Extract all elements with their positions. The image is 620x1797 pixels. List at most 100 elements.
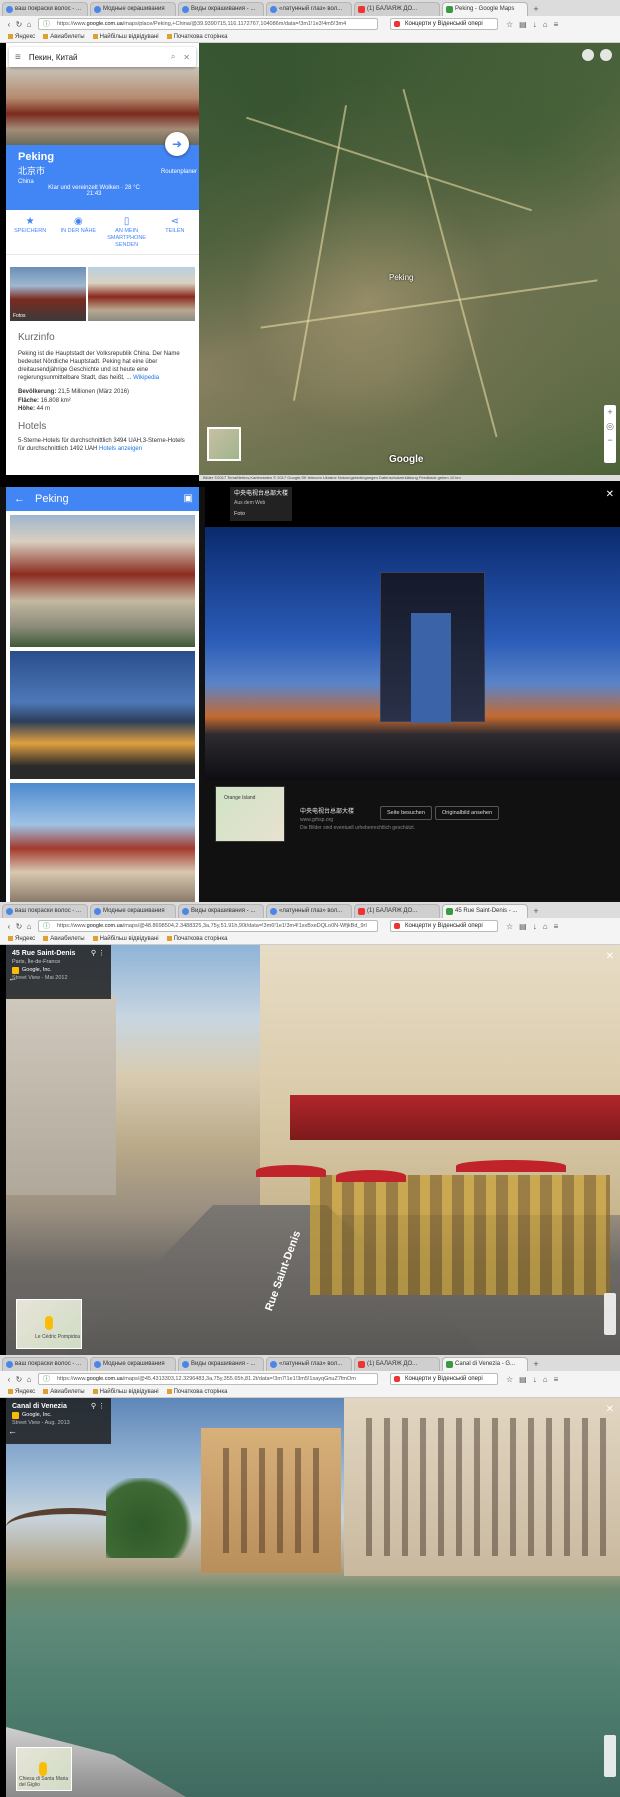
browser-tab[interactable]: (1) БАЛАЯЖ ДО... [354,1357,440,1371]
back-arrow-icon[interactable]: ← [14,493,25,505]
bookmark-most-visited[interactable]: Найбільш відвідувані [93,934,159,944]
compass-icon[interactable]: ◎ [604,419,616,433]
bookmark-most-visited[interactable]: Найбільш відвідувані [93,32,159,42]
close-icon[interactable]: ✕ [606,951,614,962]
action-button[interactable]: ⋖ TEILEN [153,216,197,254]
close-icon[interactable]: ✕ [606,1404,614,1415]
apps-icon[interactable] [582,49,594,61]
search-box[interactable]: Концерти у Віденській опері [390,1373,498,1385]
close-icon[interactable]: ✕ [606,489,614,500]
search-box[interactable]: Концерти у Віденській опері [390,18,498,30]
bookmark-start-page[interactable]: Початкова сторінка [167,934,228,944]
photo-thumb-cctv-tower[interactable] [10,651,195,779]
home-icon[interactable]: ⌂ [24,1375,34,1384]
view-original-button[interactable]: Originalbild ansehen [435,806,500,820]
bookmark-yandex[interactable]: Яндекс [8,32,35,42]
library-icon[interactable]: ▤ [519,922,527,931]
satellite-map[interactable]: Peking Google + ◎ − [199,43,620,475]
search-icon[interactable]: ⌕ [171,52,175,62]
browser-tab[interactable]: Виды окрашивания - ... [178,2,264,16]
search-box[interactable]: Концерти у Віденській опері [390,920,498,932]
browser-tab[interactable]: Модные окрашивания [90,1357,176,1371]
photo-thumb[interactable]: Fotos [10,267,86,321]
layer-switcher-thumbnail[interactable] [207,427,241,461]
maps-search-box[interactable]: ≡ Пекин, Китай ⌕ ✕ [9,47,196,67]
menu-icon[interactable]: ≡ [554,1375,559,1384]
browser-tab[interactable]: Модные окрашивания [90,2,176,16]
photo-thumb-palace-square[interactable] [10,783,195,902]
camera-icon[interactable]: ▣ [184,487,193,511]
bookmark-most-visited[interactable]: Найбільш відвідувані [93,1387,159,1397]
pin-icon[interactable]: ⚲ ⋮ [91,1403,105,1411]
browser-tab[interactable]: Модные окрашивания [90,904,176,918]
reload-icon[interactable]: ↻ [14,922,24,931]
address-bar[interactable]: https://www.google.com.ua/maps/@48.86985… [38,920,378,932]
browser-tab[interactable]: (1) БАЛАЯЖ ДО... [354,2,440,16]
bookmark-start-page[interactable]: Початкова сторінка [167,32,228,42]
browser-tab[interactable]: «латунный глаз» вол... [266,2,352,16]
hamburger-menu-icon[interactable]: ≡ [15,52,21,63]
browser-tab[interactable]: (1) БАЛАЯЖ ДО... [354,904,440,918]
star-icon[interactable]: ☆ [506,1375,513,1384]
visit-page-button[interactable]: Seite besuchen [380,806,432,820]
menu-icon[interactable]: ≡ [554,20,559,29]
library-icon[interactable]: ▤ [519,20,527,29]
hotels-link[interactable]: Hotels anzeigen [99,446,142,452]
zoom-in-icon[interactable]: + [604,405,616,419]
download-icon[interactable]: ↓ [533,1375,537,1384]
home-icon[interactable]: ⌂ [543,20,548,29]
back-arrow-icon[interactable]: ← [8,1426,17,1436]
download-icon[interactable]: ↓ [533,922,537,931]
browser-tab[interactable]: «латунный глаз» вол... [266,1357,352,1371]
zoom-controls[interactable]: + ◎ − [604,405,616,463]
reload-icon[interactable]: ↻ [14,20,24,29]
browser-tab[interactable]: ваш покраски волос - ... [2,1357,88,1371]
back-icon[interactable]: ‹ [4,922,14,931]
address-bar[interactable]: https://www.google.com.ua/maps/place/Pek… [38,18,378,30]
bookmark-aviabilety[interactable]: Авиабилеты [43,934,84,944]
bookmark-aviabilety[interactable]: Авиабилеты [43,32,84,42]
browser-tab[interactable]: 45 Rue Saint-Denis - ... [442,904,528,918]
directions-button[interactable]: ➜ [165,132,189,156]
pin-icon[interactable]: ⚲ ⋮ [91,950,105,958]
star-icon[interactable]: ☆ [506,922,513,931]
new-tab-button[interactable]: + [530,906,542,918]
bookmark-aviabilety[interactable]: Авиабилеты [43,1387,84,1397]
back-icon[interactable]: ‹ [4,20,14,29]
street-view-pano[interactable]: Canal di Venezia Google, Inc. Street Vie… [6,1398,620,1797]
wikipedia-link[interactable]: Wikipedia [133,375,159,381]
browser-tab[interactable]: Виды окрашивания - ... [178,904,264,918]
back-arrow-icon[interactable]: ← [8,973,17,983]
photo-thumb[interactable] [88,267,195,321]
minimap[interactable]: Le Cédric Pompidou [16,1299,82,1349]
reload-icon[interactable]: ↻ [14,1375,24,1384]
photo-thumb-forbidden-city[interactable] [10,515,195,647]
action-button[interactable]: ▯ AN MEIN SMARTPHONE SENDEN [105,216,149,254]
minimap[interactable]: Orange Island [215,786,285,842]
zoom-controls[interactable] [604,1293,616,1335]
home-icon[interactable]: ⌂ [24,922,34,931]
action-button[interactable]: ★ SPEICHERN [8,216,52,254]
browser-tab[interactable]: Canal di Venezia - G... [442,1357,528,1371]
browser-tab[interactable]: «латунный глаз» вол... [266,904,352,918]
action-button[interactable]: ◉ IN DER NÄHE [56,216,100,254]
minimap[interactable]: Chiesa di Santa Maria del Giglio [16,1747,72,1791]
bookmark-start-page[interactable]: Початкова сторінка [167,1387,228,1397]
browser-tab[interactable]: Peking - Google Maps [442,2,528,16]
street-view-pano[interactable]: Rue Saint-Denis 45 Rue Saint-Denis Paris… [6,945,620,1355]
account-avatar[interactable] [600,49,612,61]
download-icon[interactable]: ↓ [533,20,537,29]
new-tab-button[interactable]: + [530,1359,542,1371]
library-icon[interactable]: ▤ [519,1375,527,1384]
zoom-out-icon[interactable]: − [604,433,616,447]
search-query[interactable]: Пекин, Китай [29,53,171,62]
new-tab-button[interactable]: + [530,4,542,16]
close-icon[interactable]: ✕ [183,53,190,62]
browser-tab[interactable]: ваш покраски волос - ... [2,904,88,918]
bookmark-yandex[interactable]: Яндекс [8,934,35,944]
address-bar[interactable]: https://www.google.com.ua/maps/@45.43133… [38,1373,378,1385]
back-icon[interactable]: ‹ [4,1375,14,1384]
home-icon[interactable]: ⌂ [543,1375,548,1384]
home-icon[interactable]: ⌂ [543,922,548,931]
zoom-controls[interactable] [604,1735,616,1777]
